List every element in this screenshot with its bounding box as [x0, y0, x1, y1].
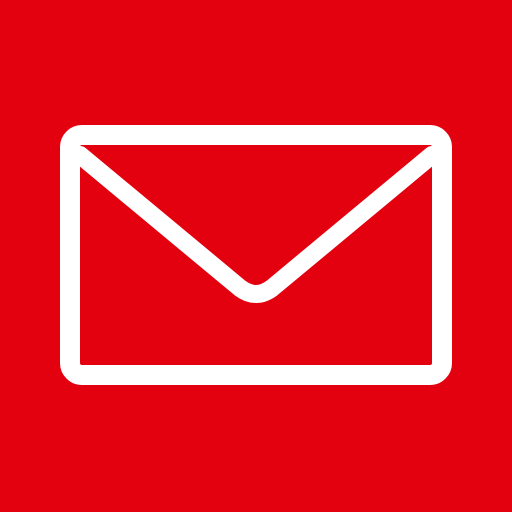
mail-app-icon[interactable] — [0, 0, 512, 512]
envelope-icon — [60, 125, 452, 385]
envelope-flap — [71, 146, 441, 303]
envelope-outline — [60, 125, 452, 385]
